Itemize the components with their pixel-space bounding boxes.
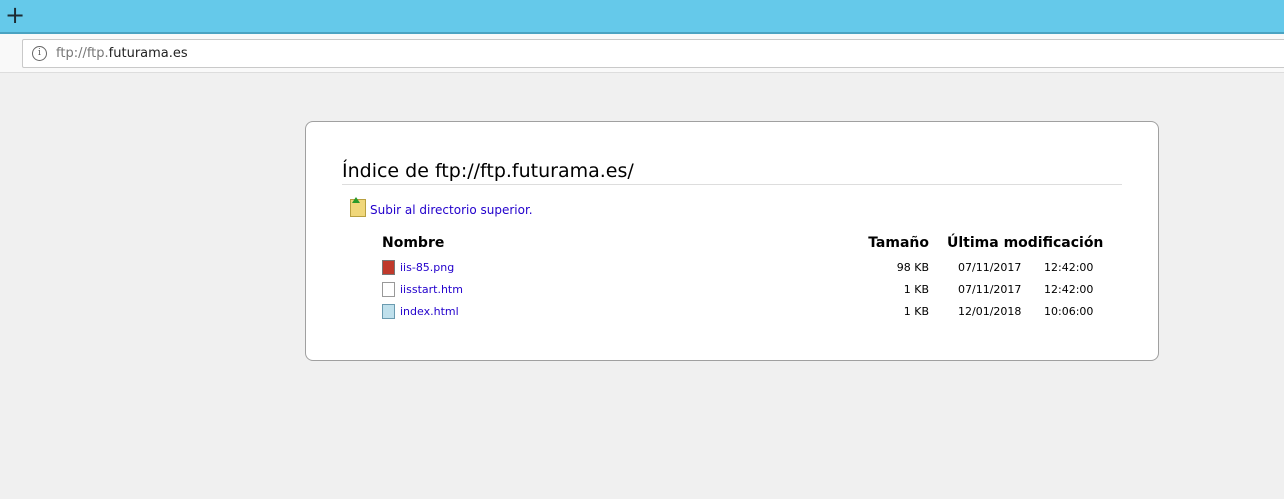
file-size: 1 KB (903, 304, 929, 318)
html-file-icon (382, 303, 395, 319)
text-file-icon (382, 281, 395, 297)
header-size: Tamaño (868, 235, 929, 251)
file-time: 12:42:00 (1044, 260, 1094, 274)
file-link[interactable]: iis-85.png (400, 261, 454, 274)
table-row: index.html 1 KB 12/01/2018 10:06:00 (382, 300, 1103, 322)
file-link[interactable]: index.html (400, 305, 459, 318)
url-prefix: ftp://ftp. (56, 46, 109, 61)
file-size: 98 KB (896, 260, 929, 274)
file-size: 1 KB (903, 282, 929, 296)
header-modified: Última modificación (947, 235, 1104, 251)
parent-link-label: Subir al directorio superior. (370, 203, 533, 217)
new-tab-button[interactable]: + (5, 2, 25, 28)
table-row: iis-85.png 98 KB 07/11/2017 12:42:00 (382, 256, 1103, 278)
url-domain: futurama.es (108, 46, 188, 61)
listing-panel: Índice de ftp://ftp.futurama.es/ Subir a… (305, 121, 1159, 361)
url-bar[interactable]: i ftp://ftp.futurama.es (22, 39, 1284, 68)
image-file-icon (382, 259, 395, 275)
page-title: Índice de ftp://ftp.futurama.es/ (342, 160, 1122, 185)
file-date: 07/11/2017 (958, 260, 1022, 274)
file-link[interactable]: iisstart.htm (400, 283, 463, 296)
nav-bar: i ftp://ftp.futurama.es (0, 34, 1284, 73)
header-name: Nombre (382, 235, 445, 251)
table-row: iisstart.htm 1 KB 07/11/2017 12:42:00 (382, 278, 1103, 300)
file-date: 07/11/2017 (958, 282, 1022, 296)
info-icon[interactable]: i (32, 46, 47, 61)
file-date: 12/01/2018 (958, 304, 1022, 318)
file-time: 10:06:00 (1044, 304, 1094, 318)
parent-directory-link[interactable]: Subir al directorio superior. (350, 197, 533, 217)
tab-bar: + (0, 0, 1284, 34)
file-table: Nombre Tamaño Última modificación iis-85.p… (382, 235, 1103, 322)
file-time: 12:42:00 (1044, 282, 1094, 296)
folder-up-icon (350, 197, 366, 217)
